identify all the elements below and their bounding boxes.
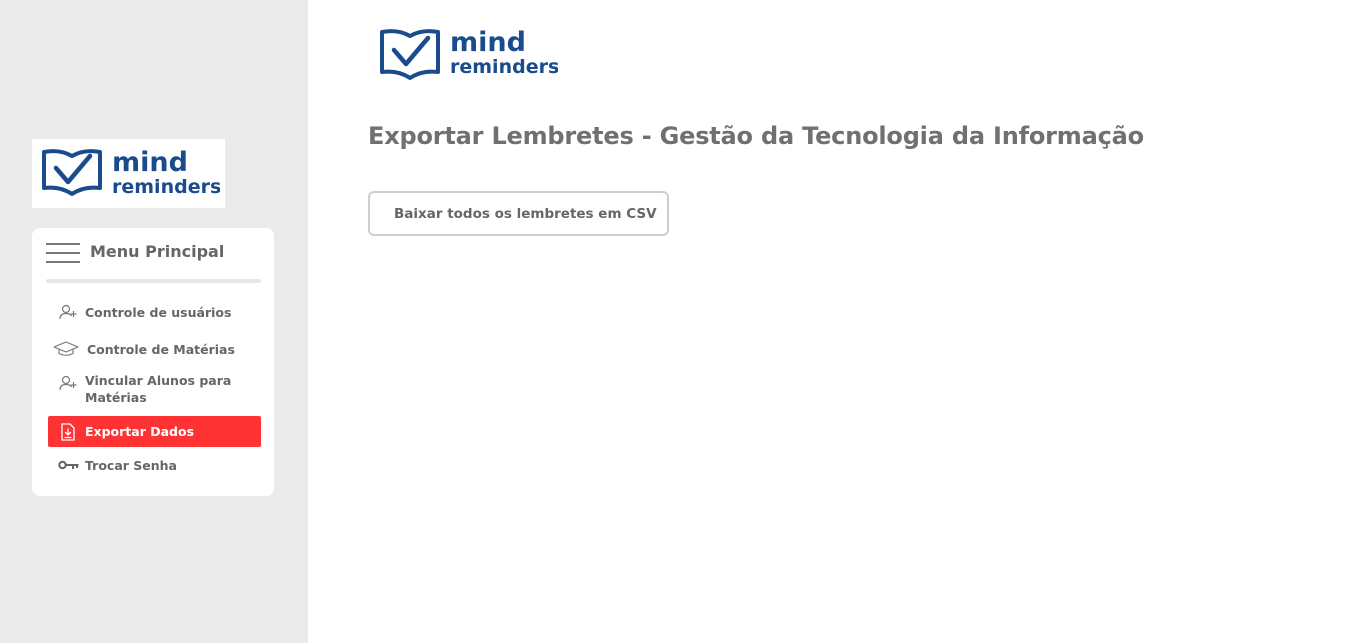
sidebar-item-change-password[interactable]: Trocar Senha	[48, 455, 261, 475]
svg-text:reminders: reminders	[450, 56, 558, 78]
hamburger-menu-icon[interactable]	[46, 243, 80, 263]
sidebar-item-label: Controle de usuários	[85, 304, 232, 320]
sidebar-item-export-data[interactable]: Exportar Dados	[48, 416, 261, 447]
sidebar-item-user-control[interactable]: Controle de usuários	[48, 302, 261, 322]
sidebar-item-label: Vincular Alunos para Matérias	[85, 373, 232, 405]
sidebar-item-label: Exportar Dados	[85, 424, 195, 439]
svg-text:mind: mind	[112, 147, 188, 178]
download-file-icon	[58, 422, 78, 442]
sidebar-item-link-students[interactable]: Vincular Alunos para Matérias	[48, 372, 261, 408]
sidebar-item-subject-control[interactable]: Controle de Matérias	[48, 339, 261, 359]
page-title: Exportar Lembretes - Gestão da Tecnologi…	[368, 122, 1144, 150]
svg-text:mind: mind	[450, 27, 526, 58]
main-menu: Menu Principal Controle de usuários Cont…	[32, 228, 274, 496]
sidebar-logo: mind reminders	[32, 139, 225, 208]
sidebar: mind reminders Menu Principal Controle d…	[0, 0, 308, 643]
svg-text:reminders: reminders	[112, 176, 220, 198]
header-logo: mind reminders	[378, 26, 559, 86]
menu-divider	[46, 279, 261, 283]
sidebar-item-label: Controle de Matérias	[87, 341, 235, 357]
mind-reminders-logo: mind reminders	[42, 147, 220, 198]
menu-title: Menu Principal	[90, 242, 225, 261]
add-user-icon	[58, 373, 78, 393]
mind-reminders-logo: mind reminders	[380, 27, 559, 80]
download-csv-button[interactable]: Baixar todos os lembretes em CSV	[368, 191, 669, 236]
menu-header: Menu Principal	[32, 228, 274, 278]
graduation-cap-icon	[52, 339, 80, 359]
main-content: mind reminders Exportar Lembretes - Gest…	[308, 0, 1366, 643]
key-icon	[58, 455, 80, 475]
sidebar-item-label: Trocar Senha	[85, 457, 177, 473]
add-user-icon	[58, 302, 78, 322]
